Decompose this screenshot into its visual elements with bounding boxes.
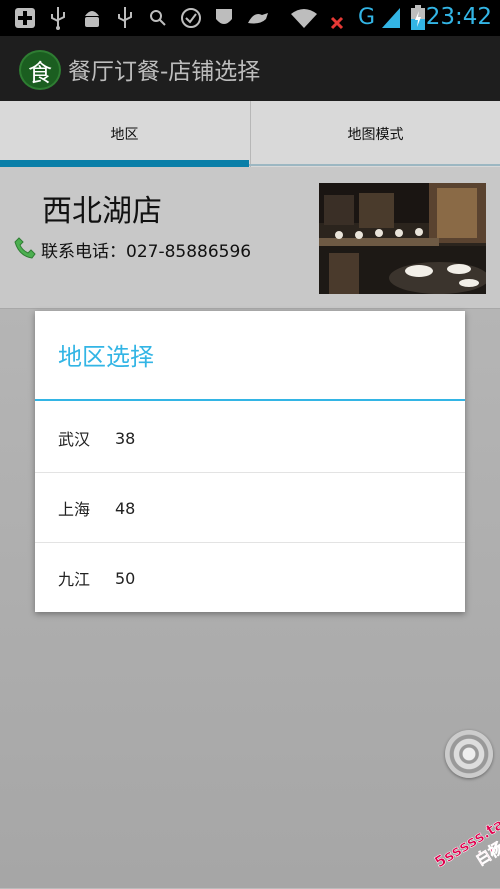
tab-region[interactable]: 地区 bbox=[0, 101, 249, 167]
store-phone: 联系电话：027-85886596 bbox=[41, 242, 252, 262]
check-circle-icon bbox=[180, 6, 202, 30]
region-name: 九江 bbox=[58, 570, 91, 589]
tab-map-mode[interactable]: 地图模式 bbox=[250, 101, 500, 167]
region-count: 38 bbox=[115, 428, 136, 448]
region-name: 上海 bbox=[58, 500, 91, 519]
store-name: 西北湖店 bbox=[42, 194, 162, 229]
tab-indicator bbox=[0, 160, 249, 167]
network-type-icon: G bbox=[358, 5, 376, 30]
android-debug-icon bbox=[81, 6, 103, 30]
battery-charging-icon bbox=[410, 5, 426, 30]
region-option-wuhan[interactable]: 武汉 38 bbox=[35, 403, 465, 473]
store-photo bbox=[319, 183, 486, 294]
region-count: 50 bbox=[115, 568, 136, 588]
region-option-jiujiang[interactable]: 九江 50 bbox=[35, 543, 465, 613]
page-title: 餐厅订餐-店铺选择 bbox=[68, 59, 261, 85]
region-count: 48 bbox=[115, 498, 136, 518]
clock: 23:42 bbox=[425, 4, 492, 30]
dialog-title: 地区选择 bbox=[58, 343, 154, 371]
app-logo[interactable]: 食 bbox=[19, 50, 61, 90]
wifi-icon bbox=[290, 6, 318, 30]
add-icon bbox=[14, 6, 36, 30]
shield-icon bbox=[214, 6, 234, 30]
search-icon bbox=[149, 6, 167, 30]
usb-icon bbox=[115, 6, 135, 30]
signal-bars-icon bbox=[380, 6, 402, 30]
usb-icon bbox=[48, 6, 68, 30]
phone-icon bbox=[13, 236, 37, 260]
region-option-shanghai[interactable]: 上海 48 bbox=[35, 473, 465, 543]
tab-underline bbox=[249, 164, 500, 166]
dialog-divider bbox=[35, 399, 465, 401]
tab-bar: 地区 地图模式 bbox=[0, 101, 500, 167]
region-name: 武汉 bbox=[58, 430, 91, 449]
region-select-dialog: 地区选择 武汉 38 上海 48 九江 50 bbox=[35, 311, 465, 612]
status-bar: G 23:42 bbox=[0, 0, 500, 36]
cat-icon bbox=[246, 6, 270, 30]
no-signal-icon bbox=[330, 6, 344, 30]
